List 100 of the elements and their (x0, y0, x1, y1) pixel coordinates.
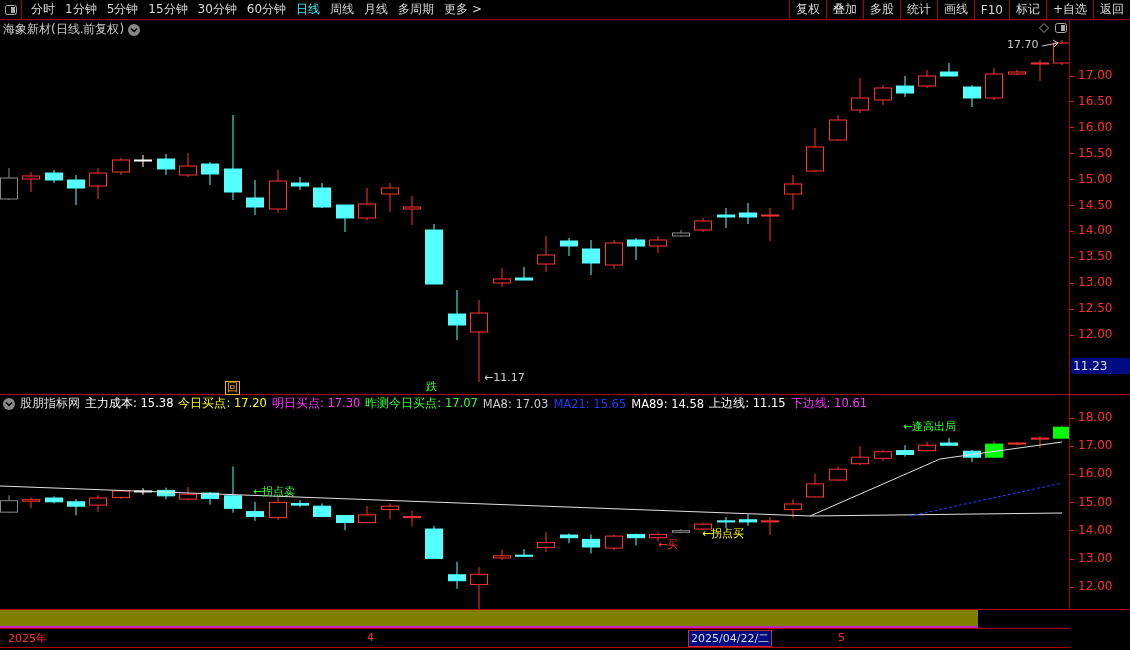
candlestick (918, 441, 936, 453)
signal-label: ←拐点卖 (253, 484, 296, 499)
candlestick (874, 84, 892, 106)
signal-label: ←拐点买 (702, 526, 745, 541)
candlestick (1031, 436, 1049, 449)
candlestick (761, 207, 779, 242)
candlestick (1008, 441, 1026, 446)
time-label: 5 (838, 631, 845, 644)
axis-label: 16.00 (1078, 466, 1113, 481)
candlestick (1008, 69, 1026, 76)
candlestick (874, 449, 892, 462)
period-tab[interactable]: 15分钟 (143, 1, 193, 18)
candlestick (313, 502, 331, 518)
leader-line (1041, 39, 1059, 48)
candlestick (694, 522, 712, 531)
candlestick (627, 237, 645, 261)
dropdown-icon[interactable] (3, 397, 15, 410)
tick-mark (1070, 586, 1075, 588)
panel-toggle-icon[interactable] (1055, 23, 1068, 33)
candlestick (851, 77, 869, 114)
candlestick (896, 444, 914, 458)
candlestick (829, 465, 847, 482)
time-label: 2025年 (8, 631, 47, 646)
axis-label: 14.00 (1078, 522, 1113, 537)
candlestick (627, 532, 645, 546)
candlestick (336, 204, 354, 233)
axis-label: 14.50 (1078, 197, 1113, 212)
period-tab[interactable]: 更多 > (439, 1, 487, 18)
candlestick (605, 534, 623, 551)
tick-mark (1070, 256, 1075, 258)
candlestick (67, 498, 85, 516)
tick-mark (1070, 445, 1075, 447)
candlestick (806, 473, 824, 498)
signal-label: ←逢高出局 (903, 419, 957, 434)
axis-label: 13.00 (1078, 551, 1113, 565)
candlestick (560, 532, 578, 544)
axis-label: 15.50 (1078, 145, 1113, 160)
axis-label: 15.00 (1078, 171, 1113, 186)
period-tab[interactable]: 日线 (291, 1, 326, 18)
period-tab[interactable]: 周线 (325, 1, 360, 18)
candlestick (739, 202, 757, 225)
axis-label: 13.50 (1078, 249, 1113, 264)
candlestick (963, 449, 981, 463)
tick-mark (1070, 101, 1075, 103)
candlestick (291, 176, 309, 191)
candlestick (761, 516, 779, 536)
period-tab[interactable]: 5分钟 (101, 1, 144, 18)
candlestick (179, 152, 197, 178)
candlestick (201, 491, 219, 506)
candlestick (425, 223, 443, 285)
signal-marker: 跌 (426, 381, 437, 393)
candlestick (963, 84, 981, 108)
tick-mark (1070, 153, 1075, 155)
candlestick (89, 494, 107, 513)
axis-label: 18.00 (1078, 410, 1113, 424)
candlestick (940, 437, 958, 446)
candlestick (515, 266, 533, 281)
period-tab[interactable]: 分时 (26, 1, 60, 18)
period-tab[interactable]: 60分钟 (241, 1, 292, 18)
candlestick (784, 174, 802, 211)
candlestick (336, 514, 354, 531)
candlestick (985, 440, 1003, 459)
candlestick (717, 516, 735, 529)
time-label: 4 (367, 631, 374, 644)
candlestick (89, 167, 107, 200)
period-tab[interactable]: 月线 (359, 1, 394, 18)
candlestick (918, 69, 936, 89)
candlestick (851, 445, 869, 466)
tick-mark (1070, 179, 1075, 181)
candlestick (672, 229, 690, 238)
axis-label: 12.50 (1078, 301, 1113, 316)
tick-mark (1070, 308, 1075, 310)
stock-title: 海象新材(日线.前复权) (3, 21, 125, 38)
axis-label: 12.00 (1078, 327, 1113, 341)
candlestick (0, 167, 18, 201)
candlestick (313, 182, 331, 209)
candlestick (493, 549, 511, 561)
period-tab[interactable]: 1分钟 (60, 1, 102, 18)
candlestick (582, 534, 600, 555)
candlestick (829, 114, 847, 142)
dropdown-icon[interactable] (128, 23, 141, 36)
tick-mark (1070, 75, 1075, 77)
candlestick (672, 528, 690, 534)
legend-item: 上边线: 11.15 (709, 396, 786, 411)
legend-item: MA89: 14.58 (631, 396, 705, 411)
candlestick (269, 495, 287, 521)
candlestick (582, 239, 600, 276)
candlestick (560, 237, 578, 257)
candlestick (134, 154, 152, 168)
candlestick (806, 127, 824, 173)
axis-label: 17.00 (1078, 438, 1113, 453)
legend-item: MA21: 15.65 (553, 396, 627, 411)
tick-mark (1070, 473, 1075, 475)
candlestick (717, 207, 735, 229)
period-tab[interactable]: 多周期 (393, 1, 440, 18)
candlestick (246, 501, 264, 522)
period-tab[interactable]: 30分钟 (192, 1, 242, 18)
signal-marker: 回 (225, 381, 240, 395)
candlestick (985, 67, 1003, 101)
candlestick (45, 495, 63, 504)
